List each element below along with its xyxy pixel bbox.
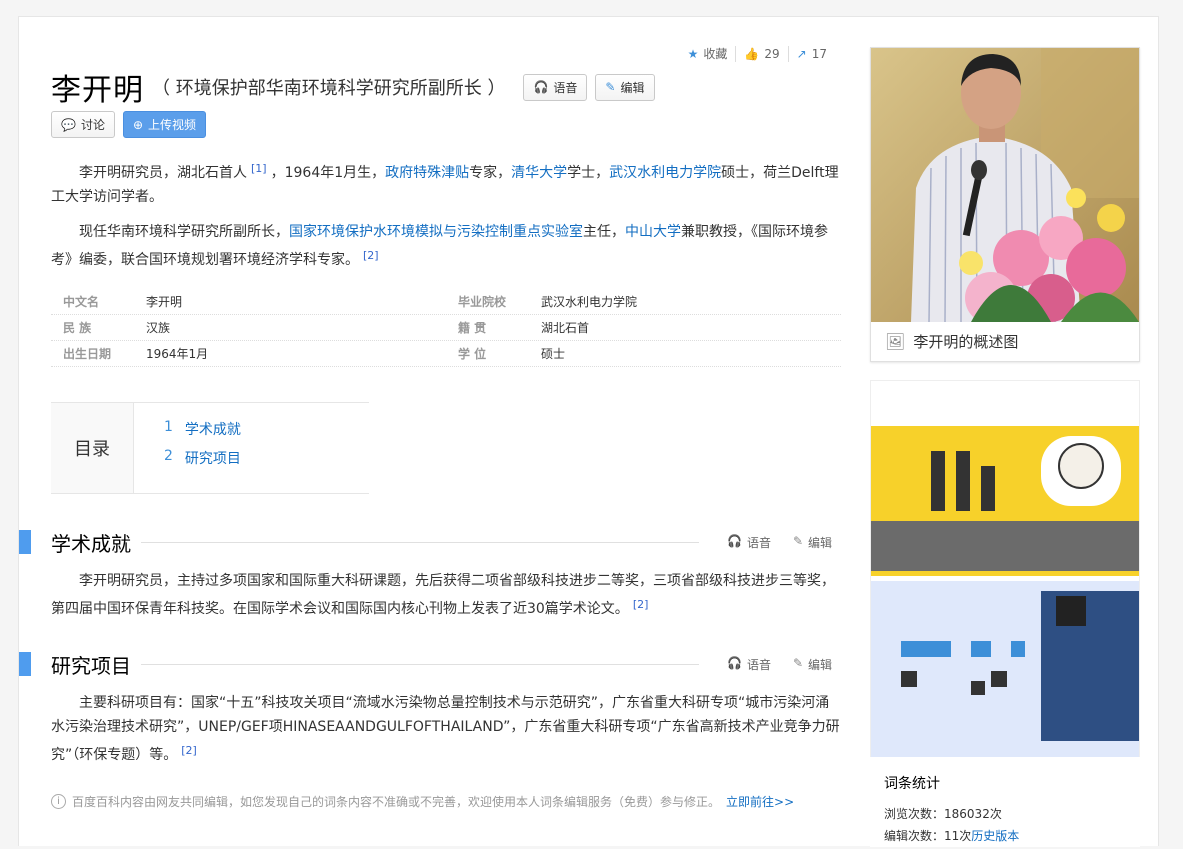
basic-info-table: 中文名 李开明 毕业院校 武汉水利电力学院 民 族汉族 籍 贯湖北石首 出生日期 19… — [51, 289, 841, 367]
summary-photo[interactable] — [871, 48, 1139, 322]
history-version-link[interactable]: 历史版本 — [971, 829, 1019, 843]
ref-link[interactable]: [1] — [251, 162, 267, 175]
collect-button[interactable]: ★ 收藏 — [680, 45, 736, 62]
link-tsinghua[interactable]: 清华大学 — [511, 165, 567, 181]
upload-video-button[interactable]: ⊕ 上传视频 — [122, 111, 207, 138]
page: ★ 收藏 👍 29 ↗ 17 李开明 （ 环境保护部华南环境科学研究所副所长 ） 🎧 语… — [18, 16, 1159, 847]
link-wuhan-college[interactable]: 武汉水利电力学院 — [609, 165, 721, 181]
table-of-contents: 目录 1 学术成就 2 研究项目 — [51, 402, 369, 494]
info-row: 出生日期 1964年1月 学 位硕士 — [51, 341, 841, 367]
link-special-allowance[interactable]: 政府特殊津贴 — [385, 165, 469, 181]
title-row: 李开明 （ 环境保护部华南环境科学研究所副所长 ） 🎧 语音 ✎ 编辑 — [51, 65, 655, 109]
toc-item[interactable]: 1 学术成就 — [164, 419, 241, 448]
section-voice-button[interactable]: 🎧 语音 — [727, 534, 771, 551]
pencil-icon: ✎ — [792, 655, 804, 670]
plus-circle-icon: ⊕ — [132, 117, 144, 132]
section-heading-achievements: 学术成就 🎧 语音 ✎ 编辑 — [19, 527, 841, 557]
link-key-lab[interactable]: 国家环境保护水环境模拟与污染控制重点实验室 — [289, 224, 583, 240]
chat-icon: 💬 — [61, 117, 76, 132]
info-icon: i — [51, 794, 66, 809]
headphones-icon: 🎧 — [727, 533, 742, 548]
ref-link[interactable]: [2] — [633, 598, 649, 611]
portrait-illustration — [871, 48, 1139, 322]
section-text-projects: 主要科研项目有：国家“十五”科技攻关项目“流域水污染物总量控制技术与示范研究”，… — [51, 695, 840, 763]
section-text-achievements: 李开明研究员，主持过多项国家和国际重大科研课题，先后获得二项省部级科技进步二等奖… — [51, 573, 835, 617]
section-heading-projects: 研究项目 🎧 语音 ✎ 编辑 — [19, 649, 841, 679]
link-sysu[interactable]: 中山大学 — [625, 224, 681, 240]
toc-item[interactable]: 2 研究项目 — [164, 448, 241, 477]
ad-mosaic — [871, 426, 1139, 759]
ref-link[interactable]: [2] — [363, 249, 379, 262]
go-now-link[interactable]: 立即前往>> — [726, 793, 794, 810]
page-subtitle: （ 环境保护部华南环境科学研究所副所长 ） — [152, 78, 506, 99]
info-row: 民 族汉族 籍 贯湖北石首 — [51, 315, 841, 341]
headphones-icon: 🎧 — [727, 655, 742, 670]
thumbs-up-icon: 👍 — [744, 46, 760, 61]
page-title: 李开明 — [51, 73, 144, 108]
like-button[interactable]: 👍 29 — [736, 47, 787, 61]
sidebar: 🖼 李开明的概述图 词条统计 浏览次数：186032次 编辑次数：11次历史版本 — [870, 47, 1140, 847]
discuss-button[interactable]: 💬 讨论 — [51, 111, 115, 138]
pencil-icon: ✎ — [792, 533, 804, 548]
toc-title: 目录 — [51, 403, 134, 493]
intro-paragraph-1: 李开明研究员，湖北石首人 [1] ，1964年1月生，政府特殊津贴专家，清华大学学士… — [51, 162, 839, 205]
entry-toolbar: ★ 收藏 👍 29 ↗ 17 — [680, 45, 835, 62]
summary-image-card[interactable]: 🖼 李开明的概述图 — [870, 47, 1140, 362]
section-voice-button[interactable]: 🎧 语音 — [727, 656, 771, 673]
share-button[interactable]: ↗ 17 — [789, 47, 835, 61]
entry-statistics: 词条统计 浏览次数：186032次 编辑次数：11次历史版本 — [870, 757, 1140, 847]
section-edit-button[interactable]: ✎ 编辑 — [793, 534, 832, 551]
share-icon: ↗ — [796, 46, 807, 61]
headphones-icon: 🎧 — [533, 80, 549, 94]
info-row: 中文名 李开明 毕业院校 武汉水利电力学院 — [51, 289, 841, 315]
pencil-icon: ✎ — [605, 80, 616, 94]
summary-image-caption: 李开明的概述图 — [913, 332, 1019, 351]
intro-paragraph-2: 现任华南环境科学研究所副所长，国家环境保护水环境模拟与污染控制重点实验室主任，中… — [51, 224, 828, 268]
star-icon: ★ — [687, 46, 699, 61]
edit-button[interactable]: ✎ 编辑 — [595, 73, 655, 101]
ref-link[interactable]: [2] — [181, 744, 197, 757]
gallery-icon: 🖼 — [885, 331, 906, 351]
link-graduate-school[interactable]: 武汉水利电力学院 — [541, 293, 637, 310]
edit-notice: i 百度百科内容由网友共同编辑，如您发现自己的词条内容不准确或不完善，欢迎使用本… — [51, 793, 794, 810]
section-edit-button[interactable]: ✎ 编辑 — [793, 656, 832, 673]
ad-banner[interactable] — [870, 380, 1140, 760]
voice-button[interactable]: 🎧 语音 — [523, 73, 588, 101]
